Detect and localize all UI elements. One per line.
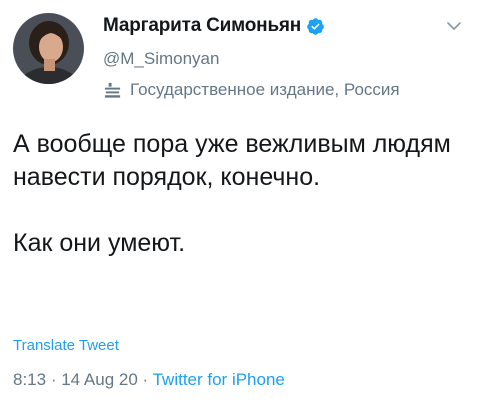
meta-separator: ·: [137, 370, 153, 389]
author-handle[interactable]: @M_Simonyan: [103, 49, 219, 69]
tweet-time[interactable]: 8:13: [13, 370, 46, 389]
tweet-paragraph: А вообще пора уже вежливым людям навести…: [13, 130, 451, 191]
avatar[interactable]: [13, 13, 84, 84]
tweet-card: Маргарита Симоньян @M_Simonyan Государст…: [0, 0, 480, 402]
author-display-name[interactable]: Маргарита Симоньян: [103, 15, 301, 37]
verified-badge-icon: [307, 17, 324, 35]
tweet-source-link[interactable]: Twitter for iPhone: [153, 370, 285, 389]
meta-separator: ·: [46, 370, 62, 389]
chevron-down-icon[interactable]: [446, 20, 462, 32]
translate-tweet-link[interactable]: Translate Tweet: [13, 337, 119, 354]
tweet-date[interactable]: 14 Aug 20: [61, 370, 138, 389]
author-name-row: Маргарита Симоньян: [103, 14, 325, 38]
state-media-label[interactable]: Государственное издание, Россия: [103, 80, 400, 100]
tweet-text: А вообще пора уже вежливым людям навести…: [13, 128, 473, 260]
avatar-image: [13, 13, 84, 84]
state-media-label-text: Государственное издание, Россия: [130, 80, 400, 99]
government-building-icon: [104, 82, 121, 98]
tweet-meta: 8:13 · 14 Aug 20 · Twitter for iPhone: [13, 370, 285, 390]
tweet-paragraph: Как они умеют.: [13, 229, 186, 257]
